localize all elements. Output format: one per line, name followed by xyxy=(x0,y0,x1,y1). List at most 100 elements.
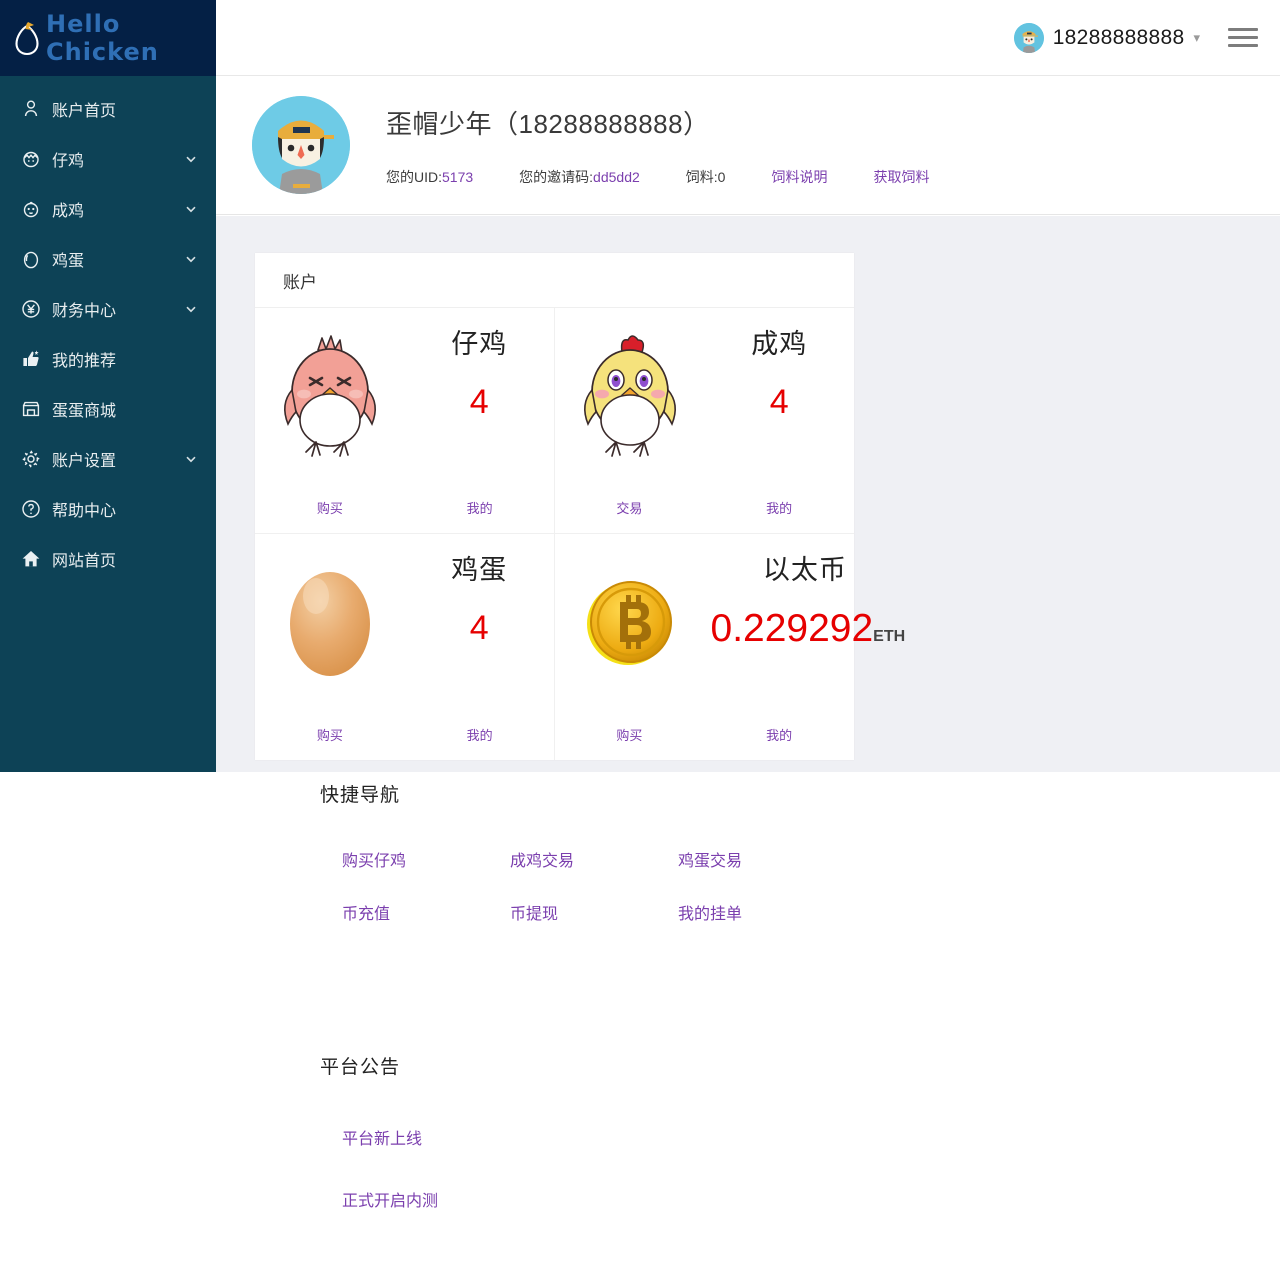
page-root: Hello Chicken 账户首页 仔鸡 成鸡 鸡蛋 财务中心 我的推荐 蛋蛋… xyxy=(0,0,1280,1275)
account-cell-title: 以太币 xyxy=(762,555,847,585)
account-cell-egg: 鸡蛋 4 购买 我的 xyxy=(255,534,555,760)
sidebar-item-label: 账户设置 xyxy=(52,453,117,470)
sidebar-item-label: 财务中心 xyxy=(52,303,117,320)
brand-logo[interactable]: Hello Chicken xyxy=(0,0,216,76)
quick-nav-buy-chick[interactable]: 购买仔鸡 xyxy=(320,847,488,871)
profile-avatar xyxy=(252,96,350,194)
announcements-title: 平台公告 xyxy=(320,1057,401,1078)
quick-nav-my-orders[interactable]: 我的挂单 xyxy=(656,900,824,924)
invite-value: dd5dd2 xyxy=(593,168,640,185)
account-cell-chick: 仔鸡 4 购买 我的 xyxy=(255,308,555,534)
buy-chick-link[interactable]: 购买 xyxy=(255,498,405,517)
shop-icon xyxy=(20,398,42,420)
account-cell-links: 交易 我的 xyxy=(555,498,855,517)
pink-chick-icon xyxy=(255,308,405,478)
sidebar-item-egg[interactable]: 鸡蛋 xyxy=(0,234,216,284)
account-card: 账户 仔鸡 4 购买 我的 成鸡 4 交易 我的 鸡蛋 4 购买 我的 以太币 … xyxy=(255,253,905,760)
profile-nickname: 歪帽少年 xyxy=(386,108,493,139)
sidebar-item-label: 网站首页 xyxy=(52,553,117,570)
get-feed-link[interactable]: 获取饲料 xyxy=(873,167,929,187)
sidebar-item-label: 蛋蛋商城 xyxy=(52,403,117,420)
sidebar-item-account-settings[interactable]: 账户设置 xyxy=(0,434,216,484)
user-avatar xyxy=(1013,22,1044,53)
feed-label: 饲料: xyxy=(685,168,718,185)
egg-icon xyxy=(255,534,405,704)
sidebar-item-website-home[interactable]: 网站首页 xyxy=(0,534,216,584)
account-cell-links: 购买 我的 xyxy=(555,725,855,744)
quick-nav-coin-withdraw[interactable]: 币提现 xyxy=(488,900,656,924)
buy-eth-link[interactable]: 购买 xyxy=(555,725,705,744)
account-grid: 仔鸡 4 购买 我的 成鸡 4 交易 我的 鸡蛋 4 购买 我的 以太币 0.2… xyxy=(255,308,905,760)
sidebar-item-label: 我的推荐 xyxy=(52,353,117,370)
feed-field: 饲料:0 xyxy=(686,167,726,187)
invite-code-field: 您的邀请码:dd5dd2 xyxy=(519,167,640,187)
hamburger-bar xyxy=(1228,28,1258,31)
chevron-down-icon: ▾ xyxy=(1193,29,1200,45)
uid-value: 5173 xyxy=(442,168,474,185)
quick-nav-egg-trade[interactable]: 鸡蛋交易 xyxy=(656,847,824,871)
feed-value: 0 xyxy=(717,168,726,185)
account-card-title: 账户 xyxy=(255,253,854,308)
my-egg-link[interactable]: 我的 xyxy=(405,725,555,744)
egg-icon xyxy=(20,248,42,270)
chevron-down-icon xyxy=(186,156,196,163)
account-cell-eth: 以太币 0.229292ETH 购买 我的 xyxy=(555,534,905,760)
my-chick-link[interactable]: 我的 xyxy=(405,498,555,517)
invite-label: 您的邀请码: xyxy=(519,168,594,185)
sidebar-item-referrals[interactable]: 我的推荐 xyxy=(0,334,216,384)
quick-nav-links: 购买仔鸡 成鸡交易 鸡蛋交易 币充值 币提现 我的挂单 xyxy=(320,847,880,924)
account-cell-value: 0.229292ETH xyxy=(705,607,906,651)
account-cell-links: 购买 我的 xyxy=(255,498,555,517)
sidebar-item-chick[interactable]: 仔鸡 xyxy=(0,134,216,184)
profile-phone: （18288888888） xyxy=(492,108,710,139)
user-menu-button[interactable]: 18288888888 ▾ xyxy=(1013,22,1200,53)
hamburger-menu-icon[interactable] xyxy=(1228,23,1258,52)
trade-chicken-link[interactable]: 交易 xyxy=(555,498,705,517)
user-phone-label: 18288888888 xyxy=(1052,25,1185,49)
account-cell-title: 成鸡 xyxy=(751,329,808,359)
sidebar-item-label: 仔鸡 xyxy=(52,153,85,170)
feed-instructions-link[interactable]: 饲料说明 xyxy=(771,167,827,187)
gear-icon xyxy=(20,448,42,470)
account-cell-value: 4 xyxy=(769,383,789,421)
my-chicken-link[interactable]: 我的 xyxy=(704,498,854,517)
topbar: 18288888888 ▾ xyxy=(216,0,1280,76)
yen-circle-icon xyxy=(20,298,42,320)
brand-name: Hello Chicken xyxy=(46,10,159,66)
profile-meta: 您的UID:5173 您的邀请码:dd5dd2 饲料:0 饲料说明 获取饲料 xyxy=(386,167,929,187)
quick-nav-title: 快捷导航 xyxy=(320,785,401,806)
announcement-item[interactable]: 平台新上线 xyxy=(320,1125,880,1149)
account-cell-body: 仔鸡 4 xyxy=(405,308,554,478)
sidebar-item-chicken[interactable]: 成鸡 xyxy=(0,184,216,234)
quick-nav-coin-deposit[interactable]: 币充值 xyxy=(320,900,488,924)
sidebar-item-account-home[interactable]: 账户首页 xyxy=(0,84,216,134)
buy-egg-link[interactable]: 购买 xyxy=(255,725,405,744)
announcement-item[interactable]: 正式开启内测 xyxy=(320,1187,880,1211)
my-eth-link[interactable]: 我的 xyxy=(704,725,854,744)
quick-nav-section: 快捷导航 购买仔鸡 成鸡交易 鸡蛋交易 币充值 币提现 我的挂单 xyxy=(320,780,880,924)
announcements-section: 平台公告 平台新上线 正式开启内测 xyxy=(320,1052,880,1249)
sidebar-item-label: 成鸡 xyxy=(52,203,85,220)
content-area: 账户 仔鸡 4 购买 我的 成鸡 4 交易 我的 鸡蛋 4 购买 我的 以太币 … xyxy=(216,216,1280,772)
egg-chick-logo-icon xyxy=(10,20,44,56)
hamburger-bar xyxy=(1228,44,1258,47)
chevron-down-icon xyxy=(186,456,196,463)
profile-bar: 歪帽少年（18288888888） 您的UID:5173 您的邀请码:dd5dd… xyxy=(216,76,1280,215)
sidebar-item-finance[interactable]: 财务中心 xyxy=(0,284,216,334)
chevron-down-icon xyxy=(186,256,196,263)
sidebar-item-help-center[interactable]: 帮助中心 xyxy=(0,484,216,534)
user-icon xyxy=(20,98,42,120)
sidebar-nav: 账户首页 仔鸡 成鸡 鸡蛋 财务中心 我的推荐 蛋蛋商城 账户设置 帮助中心 网… xyxy=(0,76,216,584)
quick-nav-chicken-trade[interactable]: 成鸡交易 xyxy=(488,847,656,871)
question-circle-icon xyxy=(20,498,42,520)
account-cell-title: 仔鸡 xyxy=(451,329,508,359)
chicken-icon xyxy=(20,198,42,220)
gold-coin-icon xyxy=(555,534,705,704)
uid-label: 您的UID: xyxy=(386,168,442,185)
sidebar-item-shop[interactable]: 蛋蛋商城 xyxy=(0,384,216,434)
account-cell-body: 成鸡 4 xyxy=(705,308,855,478)
uid-field: 您的UID:5173 xyxy=(386,167,473,187)
announcements-list: 平台新上线 正式开启内测 xyxy=(320,1125,880,1211)
account-cell-chicken: 成鸡 4 交易 我的 xyxy=(554,308,855,534)
chevron-down-icon xyxy=(186,306,196,313)
